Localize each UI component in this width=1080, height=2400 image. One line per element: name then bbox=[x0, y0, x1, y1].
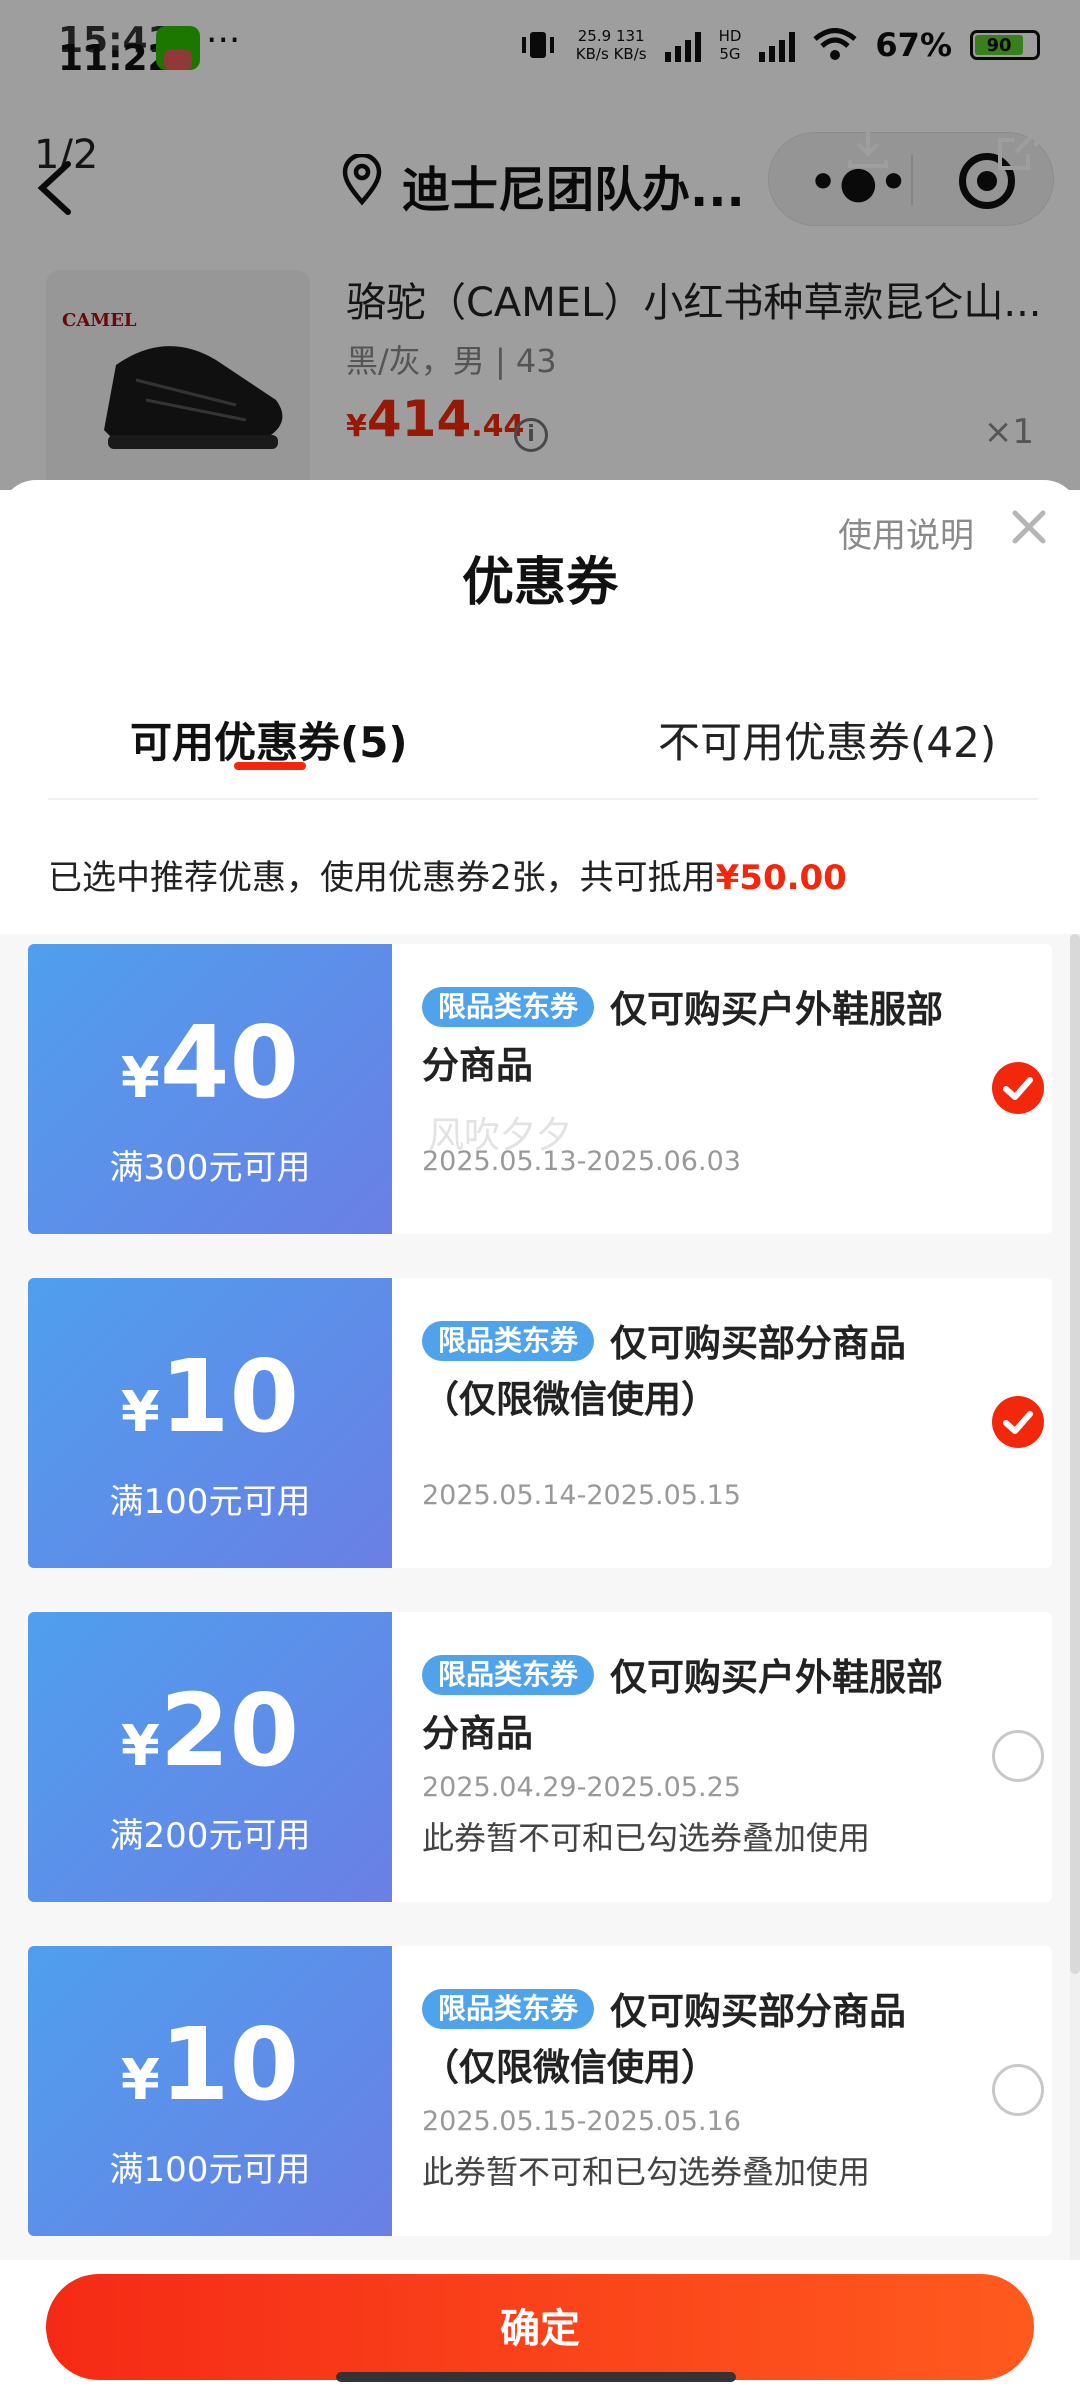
coupon-amount-value: 20 bbox=[159, 1672, 300, 1789]
coupon-value-panel: ¥20 满200元可用 bbox=[22, 1612, 392, 1902]
coupon-amount-value: 40 bbox=[159, 1004, 300, 1121]
coupon-card[interactable]: ¥20 满200元可用 限品类东券 仅可购买户外鞋服部分商品 2025.04.29… bbox=[22, 1612, 1052, 1902]
coupon-yen: ¥ bbox=[120, 2048, 160, 2113]
coupon-date: 2025.05.15-2025.05.16 bbox=[422, 2106, 741, 2137]
coupon-amount: ¥20 bbox=[28, 1672, 392, 1789]
coupon-amount: ¥10 bbox=[28, 2006, 392, 2123]
coupon-condition: 满100元可用 bbox=[109, 1482, 311, 1522]
coupon-title: 限品类东券 仅可购买部分商品（仅限微信使用） bbox=[422, 1316, 962, 1428]
tab-available[interactable]: 可用优惠券(5) bbox=[130, 680, 408, 800]
sheet-title: 优惠券 bbox=[461, 553, 618, 613]
summary-amount: ¥50.00 bbox=[715, 858, 847, 898]
coupon-amount-value: 10 bbox=[159, 2006, 300, 2123]
background-page: 15:41 11:22 ··· 25.9 131 KB/s KB/s HD 5G … bbox=[0, 0, 1080, 490]
selection-summary: 已选中推荐优惠，使用优惠券2张，共可抵用¥50.00 bbox=[48, 850, 847, 899]
coupon-note: 此券暂不可和已勾选券叠加使用 bbox=[422, 1819, 871, 1857]
coupon-card[interactable]: ¥10 满100元可用 限品类东券 仅可购买部分商品（仅限微信使用） 2025.0… bbox=[22, 1278, 1052, 1568]
dim-overlay[interactable] bbox=[0, 0, 1080, 490]
coupon-detail-panel: 限品类东券 仅可购买户外鞋服部分商品 2025.05.13-2025.06.03 … bbox=[392, 944, 1052, 1234]
coupon-tag: 限品类东券 bbox=[422, 1655, 595, 1695]
coupon-title: 限品类东券 仅可购买户外鞋服部分商品 bbox=[422, 982, 962, 1094]
coupon-yen: ¥ bbox=[120, 1046, 160, 1111]
checkbox-checked-icon[interactable] bbox=[992, 1396, 1044, 1448]
coupon-tag: 限品类东券 bbox=[422, 987, 595, 1027]
coupon-date: 2025.04.29-2025.05.25 bbox=[422, 1772, 741, 1803]
coupon-sheet: 使用说明 优惠券 可用优惠券(5) 不可用优惠券(42) 已选中推荐优惠，使用优… bbox=[0, 480, 1080, 2400]
coupon-list[interactable]: ¥40 满300元可用 限品类东券 仅可购买户外鞋服部分商品 2025.05.13… bbox=[0, 934, 1080, 2274]
scrollbar-track[interactable] bbox=[1070, 934, 1080, 2274]
active-tab-underline bbox=[234, 762, 306, 770]
summary-text: 已选中推荐优惠，使用优惠券2张，共可抵用 bbox=[48, 858, 716, 898]
coupon-detail-panel: 限品类东券 仅可购买户外鞋服部分商品 2025.04.29-2025.05.25 … bbox=[392, 1612, 1052, 1902]
home-indicator[interactable] bbox=[336, 2372, 736, 2382]
coupon-value-panel: ¥10 满100元可用 bbox=[22, 1278, 392, 1568]
coupon-body: 限品类东券 仅可购买部分商品（仅限微信使用） 2025.05.14-2025.05… bbox=[422, 1316, 962, 1511]
coupon-condition: 满100元可用 bbox=[109, 2150, 311, 2190]
coupon-value-panel: ¥40 满300元可用 bbox=[22, 944, 392, 1234]
watermark: 风吹夕夕 bbox=[428, 1115, 573, 1156]
checkbox-unchecked-icon[interactable] bbox=[992, 2064, 1044, 2116]
scrollbar-thumb[interactable] bbox=[1070, 934, 1080, 1974]
coupon-condition: 满300元可用 bbox=[109, 1148, 311, 1188]
coupon-amount: ¥40 bbox=[28, 1004, 392, 1121]
coupon-amount-value: 10 bbox=[159, 1338, 300, 1455]
coupon-note: 此券暂不可和已勾选券叠加使用 bbox=[422, 2153, 871, 2191]
confirm-button[interactable]: 确定 bbox=[46, 2274, 1034, 2380]
coupon-amount: ¥10 bbox=[28, 1338, 392, 1455]
tab-unavailable[interactable]: 不可用优惠券(42) bbox=[658, 680, 996, 800]
coupon-title: 限品类东券 仅可购买部分商品（仅限微信使用） bbox=[422, 1984, 962, 2096]
coupon-detail-panel: 限品类东券 仅可购买部分商品（仅限微信使用） 2025.05.14-2025.05… bbox=[392, 1278, 1052, 1568]
coupon-date: 2025.05.14-2025.05.15 bbox=[422, 1480, 741, 1511]
coupon-tag: 限品类东券 bbox=[422, 1321, 595, 1361]
coupon-yen: ¥ bbox=[120, 1714, 160, 1779]
coupon-detail-panel: 限品类东券 仅可购买部分商品（仅限微信使用） 2025.05.15-2025.05… bbox=[392, 1946, 1052, 2236]
coupon-tabs: 可用优惠券(5) 不可用优惠券(42) bbox=[48, 680, 1038, 800]
coupon-condition: 满200元可用 bbox=[109, 1816, 311, 1856]
coupon-body: 限品类东券 仅可购买户外鞋服部分商品 2025.04.29-2025.05.25 … bbox=[422, 1650, 962, 1859]
coupon-card[interactable]: ¥40 满300元可用 限品类东券 仅可购买户外鞋服部分商品 2025.05.13… bbox=[22, 944, 1052, 1234]
checkbox-checked-icon[interactable] bbox=[992, 1062, 1044, 1114]
coupon-yen: ¥ bbox=[120, 1380, 160, 1445]
checkbox-unchecked-icon[interactable] bbox=[992, 1730, 1044, 1782]
coupon-title: 限品类东券 仅可购买户外鞋服部分商品 bbox=[422, 1650, 962, 1762]
coupon-value-panel: ¥10 满100元可用 bbox=[22, 1946, 392, 2236]
coupon-body: 限品类东券 仅可购买部分商品（仅限微信使用） 2025.05.15-2025.05… bbox=[422, 1984, 962, 2193]
coupon-card[interactable]: ¥10 满100元可用 限品类东券 仅可购买部分商品（仅限微信使用） 2025.0… bbox=[22, 1946, 1052, 2236]
coupon-tag: 限品类东券 bbox=[422, 1989, 595, 2029]
